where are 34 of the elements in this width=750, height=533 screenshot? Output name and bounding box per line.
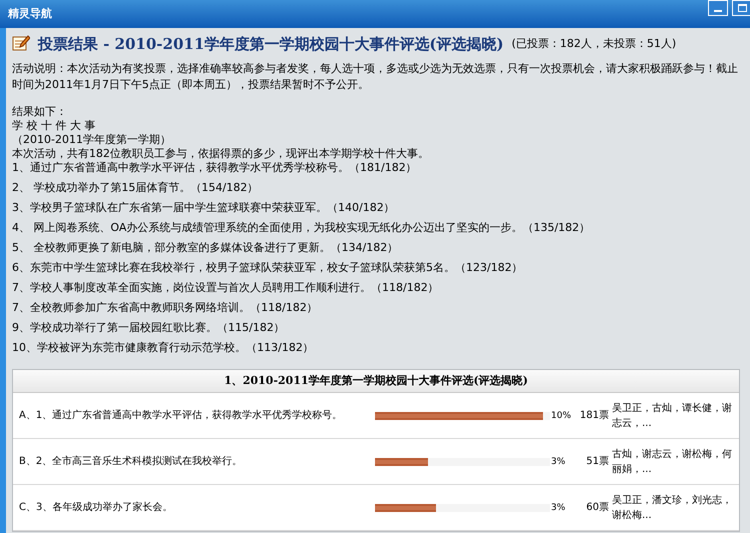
notepad-icon bbox=[12, 34, 30, 51]
vote-stats: (已投票：182人，未投票：51人) bbox=[512, 37, 676, 51]
result-line: 5、 全校教师更换了新电脑，部分教室的多媒体设备进行了更新。（134/182） bbox=[12, 241, 400, 255]
result-line: 7、全校教师参加广东省高中教师职务网络培训。（118/182） bbox=[12, 301, 319, 315]
result-line: 1、通过广东省普通高中教学水平评估，获得教学水平优秀学校称号。（181/182） bbox=[12, 161, 418, 175]
vote-count: 60票 bbox=[585, 500, 609, 514]
window-title: 精灵导航 bbox=[8, 6, 52, 22]
maximize-icon[interactable] bbox=[732, 0, 750, 16]
result-line: 6、东莞市中学生篮球比赛在我校举行，校男子篮球队荣获亚军，校女子篮球队荣获第5名。（123/182） bbox=[12, 261, 524, 275]
result-line: 3、学校男子篮球队在广东省第一届中学生篮球联赛中荣获亚军。（140/182） bbox=[12, 201, 396, 215]
result-line: 2、 学校成功举办了第15届体育节。（154/182） bbox=[12, 181, 260, 195]
description-text: 活动说明：本次活动为有奖投票，选择准确率较高参与者发奖，每人选十项，多选或少选为无效选票，只有一次投票机会，请大家积极踊跃参与！截止时间为2011年1月7日下午5点正（即本周五），投票结果暂时不予公开。 bbox=[12, 61, 739, 93]
result-line: 4、 网上阅卷系统、OA办公系统与成绩管理系统的全面使用，为我校实现无纸化办公迈出了坚实的一步。（135/182） bbox=[12, 221, 592, 235]
result-line: 10、学校被评为东莞市健康教育行动示范学校。（113/182） bbox=[12, 341, 315, 355]
voter-list: 古灿，谢志云，谢松梅，何丽娟，... bbox=[609, 446, 739, 476]
results-intro-line: 本次活动，共有182位教职员工参与，依据得票的多少，现评出本学期学校十件大事。 bbox=[12, 147, 430, 161]
results-intro-line: （2010-2011学年度第一学期） bbox=[12, 133, 172, 147]
results-intro-line: 学 校 十 件 大 事 bbox=[12, 119, 96, 133]
vote-count: 51票 bbox=[585, 454, 609, 468]
table-title: 1、2010-2011学年度第一学期校园十大事件评选(评选揭晓) bbox=[13, 370, 739, 393]
option-text: C、3、各年级成功举办了家长会。 bbox=[18, 500, 174, 514]
result-line: 7、学校人事制度改革全面实施，岗位设置与首次人员聘用工作顺利进行。（118/182） bbox=[12, 281, 440, 295]
vote-count: 181票 bbox=[578, 408, 609, 422]
option-text: B、2、全市高三音乐生术科模拟测试在我校举行。 bbox=[18, 454, 244, 468]
minimize-icon[interactable] bbox=[708, 0, 728, 16]
voter-list: 吴卫正，古灿，谭长健，谢志云，... bbox=[609, 400, 739, 430]
result-line: 9、学校成功举行了第一届校园红歌比赛。（115/182） bbox=[12, 321, 286, 335]
percent-text: 3% bbox=[551, 456, 566, 468]
percent-text: 10% bbox=[551, 410, 572, 422]
option-text: A、1、通过广东省普通高中教学水平评估，获得教学水平优秀学校称号。 bbox=[18, 408, 344, 422]
voter-list: 吴卫正，潘文珍，刘光志，谢松梅... bbox=[609, 492, 739, 522]
results-intro-line: 结果如下： bbox=[12, 105, 68, 119]
percent-text: 3% bbox=[551, 502, 566, 514]
page-heading: 投票结果 - 2010-2011学年度第一学期校园十大事件评选(评选揭晓) bbox=[38, 37, 504, 51]
